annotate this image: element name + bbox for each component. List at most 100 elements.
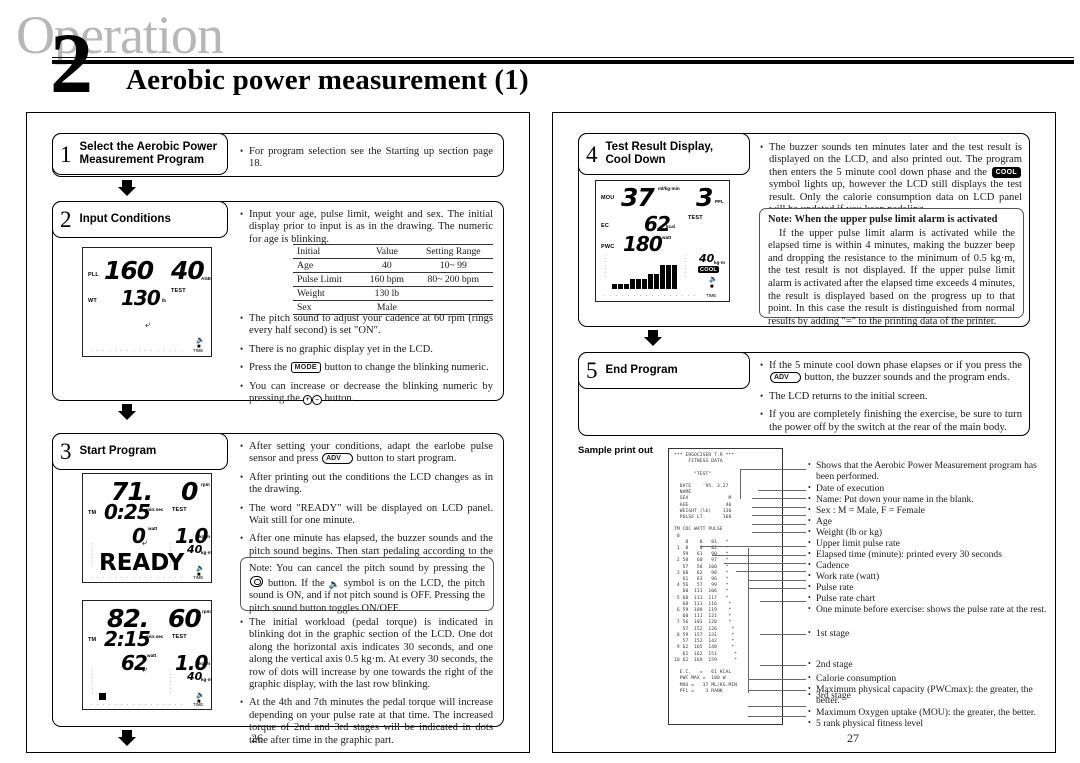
annotation-text: Elapsed time (minute): printed every 30 … bbox=[808, 548, 1038, 560]
lcd4-pfl-label: PFL bbox=[715, 199, 724, 204]
step-4-tag: 4 Test Result Display, Cool Down bbox=[578, 133, 750, 175]
lcd3a-tm-label: TM bbox=[88, 510, 97, 516]
lcd-pll-label: PLL bbox=[88, 272, 99, 278]
step-1-label-line2: Measurement Program bbox=[79, 154, 205, 166]
list-item: After printing out the conditions the LC… bbox=[240, 471, 493, 497]
annotation-text: Pulse rate chart bbox=[808, 592, 1038, 604]
list-item-adv2: If the 5 minute cool down phase elapses … bbox=[760, 359, 1022, 385]
annotation-text: Cadence bbox=[808, 559, 1038, 571]
lcd-age-value: 40 bbox=[171, 256, 205, 285]
step-1-label-line1: Select the Aerobic Power bbox=[79, 140, 218, 153]
lcd4-mou-value: 37 bbox=[621, 183, 655, 212]
adv-button-icon: ADV bbox=[322, 453, 353, 465]
cell bbox=[413, 286, 493, 301]
cell: 160 bpm bbox=[360, 272, 414, 287]
cell: 80~ 200 bpm bbox=[413, 272, 493, 287]
list-item: At the 4th and 7th minutes the pedal tor… bbox=[240, 696, 493, 747]
page-header: Operation 2 Aerobic power measurement (1… bbox=[8, 2, 1074, 111]
step-1-bullets: For program selection see the Starting u… bbox=[240, 145, 493, 171]
lcd4-pwc-unit: watt bbox=[662, 235, 672, 240]
lcd3b-time: 2:15 bbox=[104, 627, 151, 651]
lcd-test-label: TEST bbox=[171, 288, 186, 294]
annotation-text: One minute before exercise: shows the pu… bbox=[808, 603, 1048, 615]
cell: Pulse Limit bbox=[293, 272, 361, 287]
cell: Age bbox=[293, 258, 361, 273]
table-header-value: Value bbox=[360, 244, 414, 259]
note-pitch-sound: Note: You can cancel the pitch sound by … bbox=[240, 557, 494, 614]
step-4-number: 4 bbox=[586, 141, 598, 167]
lcd4-test-label: TEST bbox=[688, 215, 703, 221]
table-header-initial: Initial bbox=[293, 244, 361, 259]
lcd3b-kgm-unit: kg·m bbox=[199, 661, 210, 666]
lcd4-cool-badge: COOL bbox=[698, 266, 720, 273]
pitch-button-icon bbox=[250, 575, 263, 587]
annotation-1: Shows that the Aerobic Power Measurement… bbox=[808, 459, 1038, 484]
list-item-cool: The buzzer sounds ten minutes later and … bbox=[760, 141, 1022, 216]
list-item: Input your age, pulse limit, weight and … bbox=[240, 208, 493, 246]
step-2-number: 2 bbox=[60, 207, 72, 232]
lcd3a-time-label: TIME bbox=[193, 575, 204, 580]
annotation-20: 5 rank physical fitness level bbox=[808, 717, 1038, 730]
chapter-number: 2 bbox=[50, 15, 93, 111]
annotation-text: Upper limit pulse rate bbox=[808, 537, 1038, 549]
lcd3b-down-arrow-icon: ⤶ bbox=[142, 664, 148, 674]
lcd3a-time: 0:25 bbox=[104, 500, 151, 524]
list-item: The initial workload (pedal torque) is i… bbox=[240, 616, 493, 691]
step-4-label-line1: Test Result Display, bbox=[605, 140, 714, 153]
minus-button-icon: – bbox=[312, 395, 322, 406]
lcd4-mou-label: MOU bbox=[601, 195, 615, 201]
lcd3b-speaker-icon: 🔈 bbox=[196, 692, 205, 699]
lcd3b-test: TEST bbox=[172, 634, 187, 640]
list-item: For program selection see the Starting u… bbox=[240, 145, 493, 171]
lcd3a-kgm-unit: kg·m bbox=[199, 534, 210, 539]
step-2-bullet-intro: Input your age, pulse limit, weight and … bbox=[240, 208, 493, 246]
lcd3b-time-unit: min:sec bbox=[146, 634, 164, 639]
step-3-label: Start Program bbox=[79, 444, 157, 457]
lcd3a-kgm2-unit: kg·m bbox=[201, 550, 212, 555]
lcd3a-ready-text: READY bbox=[99, 550, 185, 576]
annotation-13: One minute before exercise: shows the pu… bbox=[808, 603, 1048, 616]
lcd4-mou-unit: ml/kg·min bbox=[658, 186, 680, 191]
plus-button-icon: + bbox=[302, 395, 313, 406]
step-4-bullets: The buzzer sounds ten minutes later and … bbox=[760, 141, 1022, 216]
manual-page-spread: Operation 2 Aerobic power measurement (1… bbox=[0, 0, 1080, 763]
lcd4-ec-label: EC bbox=[601, 223, 610, 229]
lcd-pll-value: 160 bbox=[104, 256, 154, 285]
cell: 40 bbox=[360, 258, 414, 273]
table-header-range: Setting Range bbox=[413, 244, 493, 259]
note-alarm-body: If the upper pulse limit alarm is activa… bbox=[768, 227, 1015, 327]
lcd3a-down-arrow-icon: ⤶ bbox=[142, 537, 148, 547]
lcd-display-step2: PLL 160 40 AGE TEST WT 130 lb ⤶ 🔈 ■ · · … bbox=[82, 247, 212, 357]
step-1-tag: 1 Select the Aerobic Power Measurement P… bbox=[52, 133, 228, 175]
step-5-tag: 5 End Program bbox=[578, 352, 750, 389]
cell: Weight bbox=[293, 286, 361, 301]
adv-button-icon-2: ADV bbox=[770, 372, 801, 384]
annotation-text: 5 rank physical fitness level bbox=[808, 717, 1038, 729]
table-row: Pulse Limit 160 bpm 80~ 200 bpm bbox=[293, 272, 493, 287]
step-5-bullets: If the 5 minute cool down phase elapses … bbox=[760, 359, 1022, 434]
mode-button-icon: MODE bbox=[290, 362, 321, 374]
annotation-text: Weight (lb or kg) bbox=[808, 526, 1038, 538]
note-alarm: Note: When the upper pulse limit alarm i… bbox=[759, 208, 1024, 327]
header-rule-thin bbox=[52, 57, 1074, 58]
speaker-icon: 🔈 bbox=[328, 578, 340, 589]
lcd3b-kgm2-unit: kg·m bbox=[201, 677, 212, 682]
annotation-14: 1st stage bbox=[808, 627, 1038, 640]
lcd3b-rpm: 60 bbox=[168, 604, 202, 633]
lcd4-ec-unit: kcal bbox=[666, 224, 675, 229]
annotation-text: Maximum Oxygen uptake (MOU): the greater… bbox=[808, 706, 1043, 718]
lcd4-pfl-value: 3 bbox=[696, 183, 713, 212]
lcd3a-speaker-icon: 🔈 bbox=[196, 565, 205, 572]
lcd-display-step3b: 82. 60 rpm TM 2:15 min:sec TEST 62 watt … bbox=[82, 600, 212, 710]
lcd3a-rpm-unit: rpm bbox=[201, 482, 210, 487]
step-2-label: Input Conditions bbox=[79, 212, 171, 225]
list-item-plusminus: You can increase or decrease the blinkin… bbox=[240, 380, 493, 406]
list-item: The word "READY" will be displayed on LC… bbox=[240, 502, 493, 528]
annotation-15: 2nd stage bbox=[808, 658, 1038, 671]
lcd-display-step3a: 71. 0 rpm TM 0:25 min:sec TEST 0 watt ⤶ … bbox=[82, 473, 212, 583]
lcd-wt-label: WT bbox=[88, 298, 97, 304]
step-1-number: 1 bbox=[60, 141, 72, 167]
sample-printout-caption: Sample print out bbox=[578, 445, 653, 456]
page-number-right: 27 bbox=[847, 731, 859, 745]
lcd-speaker-icon: 🔈 bbox=[196, 337, 205, 344]
